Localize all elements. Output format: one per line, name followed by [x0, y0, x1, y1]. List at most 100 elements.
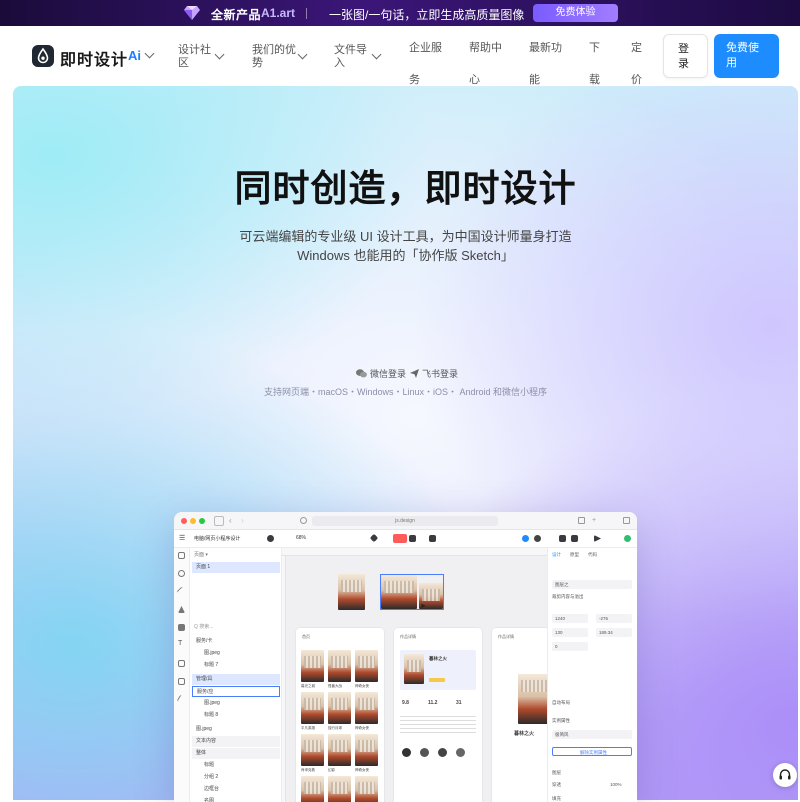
- play-icon: [594, 535, 601, 542]
- login-button[interactable]: 登录: [663, 34, 708, 78]
- gem-icon: [184, 6, 200, 20]
- layer-item[interactable]: 整体: [192, 748, 280, 759]
- prototype-icon: [393, 534, 407, 543]
- wechat-login-link[interactable]: 微信登录: [356, 367, 406, 380]
- promo-brand: A1.art: [261, 6, 296, 20]
- variant-select[interactable]: 极简风: [552, 730, 632, 739]
- feishu-login-link[interactable]: 飞书登录: [410, 367, 458, 380]
- share-icon: [578, 517, 585, 524]
- movie-card: [355, 650, 378, 682]
- card-title: 神奇女侠: [355, 684, 369, 688]
- movie-card: [355, 776, 378, 802]
- layer-item[interactable]: 文本内容: [192, 736, 280, 747]
- movie-card: [301, 776, 324, 802]
- x-field[interactable]: 1240: [552, 614, 588, 623]
- nav-item-community[interactable]: 设计社区: [178, 44, 211, 70]
- headset-icon: [779, 769, 791, 780]
- layer-item[interactable]: 边框台: [192, 784, 280, 795]
- detach-instance-button[interactable]: 解除实例属性: [552, 747, 632, 756]
- promo-divider: [306, 8, 307, 19]
- logo-text[interactable]: 即时设计: [60, 46, 128, 70]
- movie-card: [301, 650, 324, 682]
- opacity-value[interactable]: 100%: [610, 782, 622, 787]
- free-use-button[interactable]: 免费使用: [714, 34, 779, 78]
- variant-label: 实例属性: [552, 718, 570, 723]
- rotation-field[interactable]: 0: [552, 642, 588, 651]
- nav-ai-menu[interactable]: Ai: [128, 48, 141, 63]
- blend-mode[interactable]: 穿透: [552, 782, 561, 788]
- y-field[interactable]: -276: [596, 614, 632, 623]
- movie-card: [328, 650, 351, 682]
- w-field[interactable]: 130: [552, 628, 588, 637]
- support-button[interactable]: [773, 763, 797, 787]
- rating-badge: [429, 678, 445, 682]
- card-title: 平凡英雄: [301, 726, 315, 730]
- ellipse-tool-icon: [178, 570, 185, 577]
- hero-title: 同时创造，即时设计: [234, 168, 577, 209]
- page-item[interactable]: 页面 1: [192, 562, 280, 573]
- tab-code[interactable]: 代码: [588, 552, 597, 558]
- stat-value: 11.2: [428, 700, 438, 706]
- new-tab-icon: +: [592, 517, 597, 524]
- nav-item-advantages[interactable]: 我们的优势: [252, 44, 296, 70]
- tool-rail: T: [174, 548, 190, 802]
- frame-home[interactable]: 首页 暮光之城 怪兽大战 神奇女侠 平凡英雄 独行月球 神奇女侠 肖申克救 幻影…: [296, 628, 384, 802]
- theme-icon: [300, 517, 307, 524]
- frame-detail[interactable]: 作品详情 暮林之火 9.8 11.2 31: [394, 628, 482, 802]
- saved-check-icon: [624, 535, 631, 542]
- menu-icon: ☰: [179, 535, 186, 542]
- cast-avatar: [438, 748, 447, 757]
- frame-detail-2[interactable]: 作品详情 暮林之火: [492, 628, 547, 802]
- slice-tool-icon: [178, 678, 185, 685]
- layer-item[interactable]: 图.jpeg: [192, 648, 280, 659]
- sidebar-toggle-icon: [214, 516, 224, 526]
- feishu-icon: [410, 369, 419, 378]
- layer-item[interactable]: 管理/具: [192, 674, 280, 685]
- nav-item-new-features[interactable]: 最新功能: [529, 39, 562, 87]
- image-tool-icon: [178, 660, 185, 667]
- layer-search[interactable]: Q 搜索...: [194, 623, 278, 632]
- nav-item-download[interactable]: 下载: [589, 39, 600, 87]
- layer-item[interactable]: 图.jpeg: [192, 724, 280, 735]
- vertical-ruler: [282, 556, 286, 802]
- clip-content-checkbox[interactable]: 裁剪内容与溢出: [552, 594, 584, 600]
- auto-layout-label: 自动布局: [552, 700, 570, 705]
- promo-cta-button[interactable]: 免费体验: [533, 4, 618, 22]
- selection-box[interactable]: [380, 574, 444, 610]
- app-screenshot-mockup: ‹ › js.design + ☰ 电脑/网页小程序设计 68% T 页面 ▾ …: [174, 512, 637, 802]
- promo-banner[interactable]: 全新产品 A1.art 一张图/一句话，立即生成高质量图像 免费体验: [0, 0, 800, 26]
- card-title: 暮光之城: [301, 684, 315, 688]
- hero-subtitle-2: Windows 也能用的「协作版 Sketch」: [297, 248, 514, 263]
- frame-label: 作品详情: [498, 634, 514, 639]
- detail-title: 暮林之火: [514, 731, 535, 737]
- tab-prototype[interactable]: 原型: [570, 552, 579, 558]
- layer-item[interactable]: 标题 7: [192, 660, 280, 671]
- component-select[interactable]: 图层之: [552, 580, 632, 589]
- project-name: 电脑/网页小程序设计: [194, 536, 241, 542]
- h-field[interactable]: 189.34: [596, 628, 632, 637]
- nav-item-pricing[interactable]: 定价: [631, 39, 642, 87]
- layer-item[interactable]: 图.jpeg: [192, 698, 280, 709]
- stat-value: 9.8: [402, 700, 409, 706]
- tab-design[interactable]: 设计: [552, 552, 561, 558]
- platforms-text: 支持网页端・macOS・Windows・Linux・iOS・ Android 和…: [263, 387, 548, 397]
- layer-item[interactable]: 服务/应: [192, 686, 280, 697]
- nav-item-help[interactable]: 帮助中心: [469, 39, 502, 87]
- poster-thumbnail[interactable]: [338, 574, 365, 610]
- layer-item[interactable]: 标题: [192, 760, 280, 771]
- collaborator-avatar: [534, 535, 541, 542]
- avatar: [267, 535, 274, 542]
- layer-item[interactable]: 服务/卡: [192, 636, 280, 647]
- movie-card: [328, 692, 351, 724]
- layer-item[interactable]: 分组 2: [192, 772, 280, 783]
- nav-item-file-import[interactable]: 文件导入: [334, 44, 367, 70]
- logo-icon[interactable]: [32, 45, 54, 67]
- component-icon: [369, 533, 379, 543]
- layers-icon: [559, 535, 566, 542]
- polygon-tool-icon: [178, 606, 185, 613]
- layer-item[interactable]: 标题 8: [192, 710, 280, 721]
- description-text: [400, 716, 476, 736]
- design-canvas[interactable]: ➤ 首页 暮光之城 怪兽大战 神奇女侠 平凡英雄 独行月球 神奇女侠 肖申克救 …: [282, 548, 547, 802]
- nav-item-enterprise[interactable]: 企业服务: [409, 39, 442, 87]
- layer-item[interactable]: 名图: [192, 796, 280, 802]
